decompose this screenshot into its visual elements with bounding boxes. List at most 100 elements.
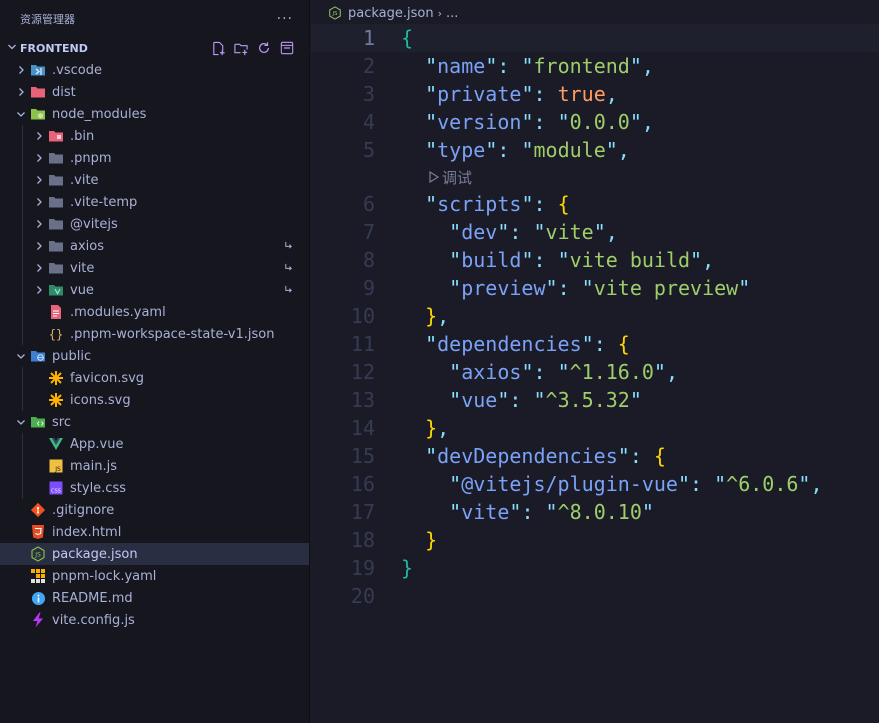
indent-guide — [22, 191, 23, 213]
debug-label: 调试 — [442, 168, 473, 187]
code-line: 7 "dev": "vite", — [311, 218, 879, 246]
tree-item[interactable]: {} .pnpm-workspace-state-v1.json — [0, 323, 309, 345]
tree-item[interactable]: .vscode — [0, 59, 309, 81]
vite-icon — [30, 612, 46, 628]
code-token: frontend — [533, 54, 630, 78]
breadcrumb-symbol[interactable]: ... — [446, 6, 458, 21]
code-line-content: "dependencies": { — [401, 332, 630, 356]
code-line: 12 "axios": "^1.16.0", — [311, 358, 879, 386]
code-token: " — [449, 248, 462, 272]
tree-item[interactable]: vue — [0, 279, 309, 301]
tree-item[interactable]: dist — [0, 81, 309, 103]
folder-icon — [48, 260, 64, 276]
code-line: 20 — [311, 582, 879, 610]
svg-text:JS: JS — [34, 552, 41, 559]
code-line: 4 "version": "0.0.0", — [311, 108, 879, 136]
code-token: " — [509, 500, 522, 524]
chevron-down-icon — [14, 417, 28, 427]
svg-text:{}: {} — [49, 328, 63, 342]
tree-item[interactable]: @vitejs — [0, 213, 309, 235]
indent-guide — [22, 323, 23, 345]
tree-item[interactable]: JS main.js — [0, 455, 309, 477]
chevron-down-icon — [14, 109, 28, 119]
code-token: " — [677, 472, 691, 496]
tree-item[interactable]: .vite — [0, 169, 309, 191]
tree-item[interactable]: .bin — [0, 125, 309, 147]
new-folder-icon[interactable] — [233, 40, 249, 56]
code-token: , — [437, 304, 450, 328]
code-token: : — [557, 276, 582, 300]
tree-item[interactable]: axios — [0, 235, 309, 257]
tree-item-label: .bin — [70, 128, 95, 144]
workspace-section-header[interactable]: FRONTEND — [0, 38, 309, 58]
breadcrumb-file[interactable]: package.json — [348, 6, 434, 21]
collapse-all-icon[interactable] — [279, 40, 295, 56]
tree-item[interactable]: .gitignore — [0, 499, 309, 521]
tree-item-label: .vite-temp — [70, 194, 138, 210]
svg-text:JS: JS — [54, 466, 61, 473]
chevron-right-icon — [32, 285, 46, 295]
line-number: 18 — [350, 528, 375, 552]
public-folder-icon — [30, 348, 46, 364]
info-icon — [30, 590, 46, 606]
folder-icon — [48, 172, 64, 188]
breadcrumb-separator: › — [437, 6, 442, 20]
tree-item[interactable]: JS package.json — [0, 543, 309, 565]
tree-item[interactable]: README.md — [0, 587, 309, 609]
tree-item-label: vite — [70, 260, 95, 276]
code-line: 16 "@vitejs/plugin-vue": "^6.0.6", — [311, 470, 879, 498]
line-number: 6 — [362, 192, 375, 216]
new-file-icon[interactable] — [210, 40, 226, 56]
code-token: build — [461, 248, 522, 272]
line-number: 17 — [350, 500, 375, 524]
code-editor[interactable]: 1{2 "name": "frontend", 3 "private": true… — [311, 24, 879, 610]
tree-item[interactable]: favicon.svg — [0, 367, 309, 389]
tree-item[interactable]: src — [0, 411, 309, 433]
tree-item[interactable]: .vite-temp — [0, 191, 309, 213]
tree-item[interactable]: .modules.yaml — [0, 301, 309, 323]
code-token: " — [521, 82, 534, 106]
code-token: { — [401, 26, 414, 50]
tree-item-label: .gitignore — [52, 502, 115, 518]
code-line: 17 "vite": "^8.0.10" — [311, 498, 879, 526]
tree-item[interactable]: icons.svg — [0, 389, 309, 411]
code-token: " — [629, 110, 642, 134]
tree-item[interactable]: CSS style.css — [0, 477, 309, 499]
folder-icon — [48, 238, 64, 254]
debug-codelens-link[interactable]: 调试 — [428, 167, 472, 188]
code-token: " — [521, 360, 534, 384]
code-token: " — [425, 54, 438, 78]
tree-item[interactable]: pnpm-lock.yaml — [0, 565, 309, 587]
folder-icon — [48, 216, 64, 232]
code-line: 3 "private": true, — [311, 80, 879, 108]
line-number: 8 — [362, 248, 375, 272]
tree-item-label: .vite — [70, 172, 99, 188]
line-number: 16 — [350, 472, 375, 496]
code-line: 2 "name": "frontend", — [311, 52, 879, 80]
tree-item-label: .vscode — [52, 62, 102, 78]
bin-folder-icon — [48, 128, 64, 144]
refresh-icon[interactable] — [256, 40, 272, 56]
tree-item[interactable]: App.vue — [0, 433, 309, 455]
code-line-content: "devDependencies": { — [401, 444, 666, 468]
code-token: " — [617, 444, 630, 468]
code-token: : — [497, 54, 522, 78]
tree-item[interactable]: index.html — [0, 521, 309, 543]
svg-icon — [48, 392, 64, 408]
more-actions-button[interactable]: ··· — [277, 11, 293, 27]
tree-item[interactable]: public — [0, 345, 309, 367]
code-token: ^3.5.32 — [545, 388, 630, 412]
tree-item[interactable]: .pnpm — [0, 147, 309, 169]
line-number: 3 — [362, 82, 375, 106]
tree-item-label: main.js — [70, 458, 117, 474]
tree-item-label: pnpm-lock.yaml — [52, 568, 157, 584]
vscode-folder-icon — [30, 62, 46, 78]
indent-guide — [22, 169, 23, 191]
tree-item[interactable]: vite — [0, 257, 309, 279]
tree-item[interactable]: vite.config.js — [0, 609, 309, 631]
tree-item[interactable]: node_modules — [0, 103, 309, 125]
